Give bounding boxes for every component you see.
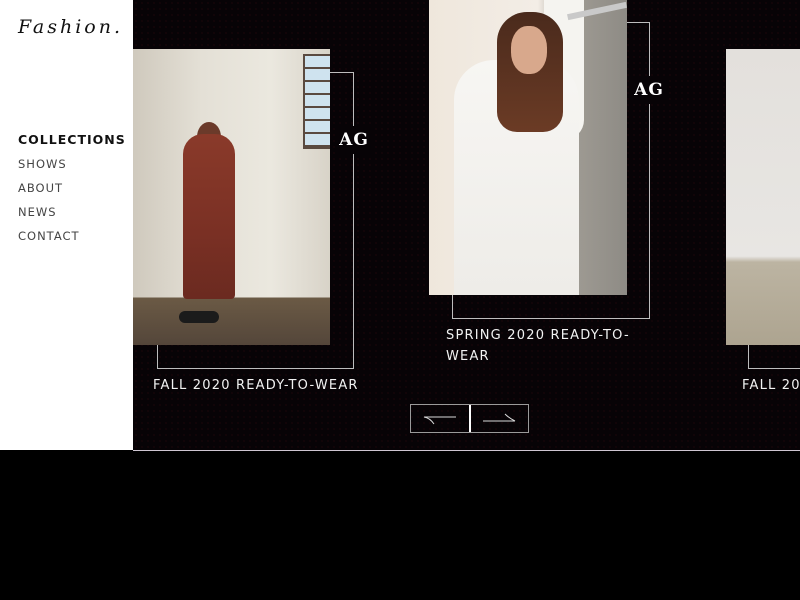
nav-item-collections[interactable]: COLLECTIONS (18, 132, 126, 156)
photo-model-face (511, 26, 547, 74)
collection-photo[interactable] (726, 49, 800, 345)
collection-photo[interactable] (133, 49, 330, 345)
photo-model-body (183, 134, 235, 299)
nav-item-shows[interactable]: SHOWS (18, 156, 126, 180)
arrow-left-icon (422, 412, 458, 426)
collection-photo[interactable] (429, 0, 627, 295)
photo-model-shoes (179, 311, 219, 323)
card-caption[interactable]: FALL 2020 READY-TO-WEAR (153, 375, 393, 396)
main-nav: COLLECTIONS SHOWS ABOUT NEWS CONTACT (18, 132, 126, 252)
card-caption[interactable]: FALL 2019 READY-TO-WEAR (742, 375, 800, 396)
collections-carousel: AG FALL 2020 READY-TO-WEAR AG SPRING 202… (133, 0, 800, 450)
stage-divider (133, 450, 800, 451)
nav-item-about[interactable]: ABOUT (18, 180, 126, 204)
brand-badge: AG (336, 126, 372, 154)
next-button[interactable] (471, 405, 529, 432)
brand-logo[interactable]: Fashion. (18, 16, 123, 38)
carousel-pager (410, 404, 529, 433)
prev-button[interactable] (411, 405, 469, 432)
photo-window (303, 54, 330, 149)
arrow-right-icon (481, 412, 517, 426)
brand-badge: AG (631, 76, 667, 104)
sidebar: Fashion. COLLECTIONS SHOWS ABOUT NEWS CO… (0, 0, 133, 450)
card-caption[interactable]: SPRING 2020 READY-TO-WEAR (446, 325, 636, 367)
nav-item-news[interactable]: NEWS (18, 204, 126, 228)
nav-item-contact[interactable]: CONTACT (18, 228, 126, 252)
